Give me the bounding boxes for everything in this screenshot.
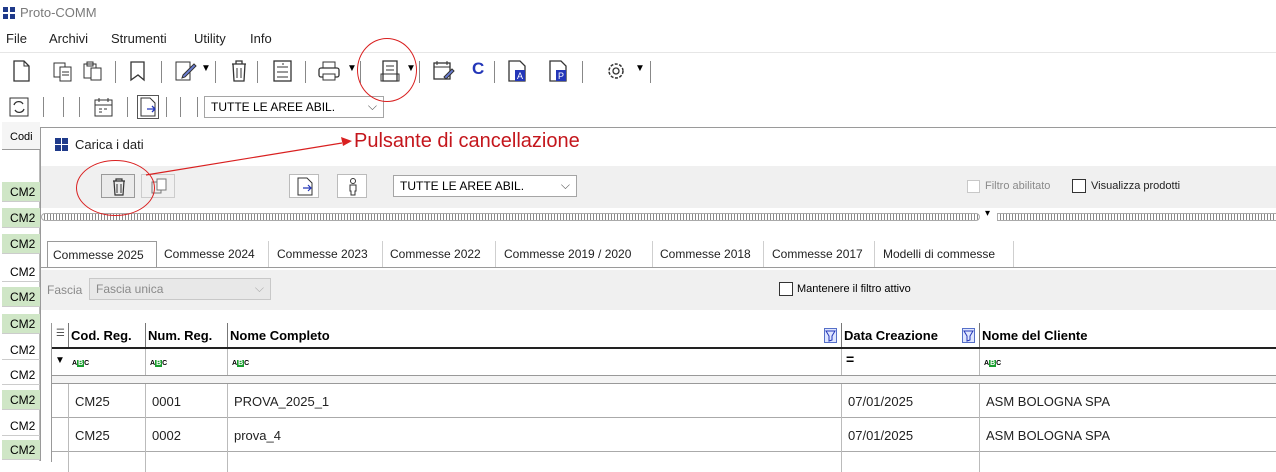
annotation-circle-dialog — [76, 160, 155, 216]
annotation-arrow — [145, 137, 352, 176]
annotation-circle-toolbar — [357, 38, 417, 102]
